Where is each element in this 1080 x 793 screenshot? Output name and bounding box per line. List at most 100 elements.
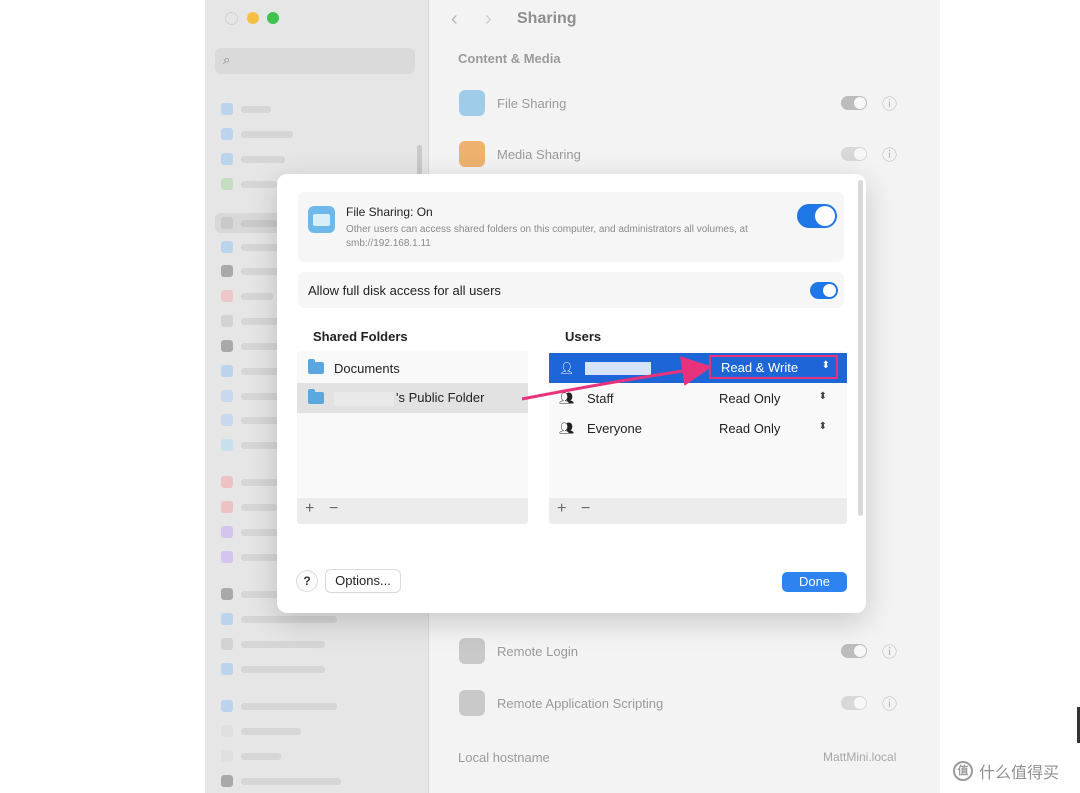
- add-folder-button[interactable]: +: [305, 500, 314, 518]
- remove-folder-button[interactable]: −: [329, 500, 338, 518]
- sidebar-item[interactable]: [221, 240, 285, 254]
- user-row-staff[interactable]: 👥︎ Staff Read Only ⬍: [549, 383, 847, 413]
- sidebar-item[interactable]: [221, 637, 325, 651]
- sidebar-item[interactable]: [221, 500, 277, 514]
- wifi-icon: [221, 103, 233, 115]
- spotlight-icon: [221, 414, 233, 426]
- file-sharing-toggle[interactable]: [797, 204, 837, 228]
- add-user-button[interactable]: +: [557, 500, 566, 518]
- done-button[interactable]: Done: [782, 572, 847, 592]
- permission-value: Read & Write: [721, 359, 799, 375]
- info-icon[interactable]: ⓘ: [882, 641, 897, 662]
- watermark-logo: 值: [953, 761, 973, 781]
- folders-add-remove-bar: + −: [297, 498, 528, 524]
- folder-row-public[interactable]: 's Public Folder: [297, 383, 528, 413]
- page-title: Sharing: [517, 10, 577, 27]
- remote-scripting-label: Remote Application Scripting: [497, 695, 664, 711]
- full-disk-access-card: Allow full disk access for all users: [298, 272, 844, 308]
- hostname-label: Local hostname: [458, 750, 550, 765]
- gear-icon: [221, 217, 233, 229]
- sidebar-item[interactable]: [221, 475, 285, 489]
- script-icon: [459, 690, 485, 716]
- sidebar-item[interactable]: [221, 774, 341, 788]
- zoom-window-button[interactable]: [267, 12, 279, 24]
- sidebar-item[interactable]: [221, 289, 273, 303]
- everyone-icon: 👥︎: [559, 421, 575, 435]
- dialog-description: Other users can access shared folders on…: [346, 224, 748, 249]
- media-sharing-toggle[interactable]: [841, 147, 867, 161]
- terminal-icon: [459, 638, 485, 664]
- lock-screen-icon: [221, 588, 233, 600]
- dialog-scrollbar[interactable]: [858, 180, 863, 516]
- sidebar-search-input[interactable]: ⌕: [215, 48, 415, 74]
- sidebar-item[interactable]: [221, 525, 279, 539]
- sidebar-item[interactable]: [221, 127, 293, 141]
- permission-select[interactable]: Read Only ⬍: [717, 388, 837, 408]
- remote-login-label: Remote Login: [497, 643, 578, 659]
- media-sharing-icon: [459, 141, 485, 167]
- file-sharing-toggle[interactable]: [841, 96, 867, 110]
- full-disk-access-toggle[interactable]: [810, 282, 838, 299]
- sidebar-item[interactable]: [221, 699, 337, 713]
- user-row-everyone[interactable]: 👥︎ Everyone Read Only ⬍: [549, 413, 847, 443]
- sidebar-item[interactable]: [221, 749, 281, 763]
- folder-name: Documents: [334, 360, 400, 376]
- info-icon[interactable]: ⓘ: [882, 93, 897, 114]
- screen-saver-icon: [221, 390, 233, 402]
- remote-login-toggle[interactable]: [841, 644, 867, 658]
- up-down-arrows-icon: ⬍: [818, 421, 827, 432]
- wallpaper-icon: [221, 439, 233, 451]
- close-window-button[interactable]: [225, 12, 238, 25]
- remove-user-button[interactable]: −: [581, 500, 590, 518]
- users-groups-icon: [221, 663, 233, 675]
- sidebar-item[interactable]: [221, 438, 285, 452]
- permission-select[interactable]: Read & Write ⬍: [709, 355, 838, 379]
- folder-row-documents[interactable]: Documents: [297, 353, 528, 383]
- file-sharing-status-card: File Sharing: On Other users can access …: [298, 192, 844, 262]
- info-icon[interactable]: ⓘ: [882, 144, 897, 165]
- file-sharing-row[interactable]: File Sharing ⓘ: [449, 81, 919, 125]
- privacy-icon: [221, 613, 233, 625]
- sidebar-item[interactable]: [221, 724, 301, 738]
- permission-select[interactable]: Read Only ⬍: [717, 418, 837, 438]
- folder-name: 's Public Folder: [396, 390, 485, 406]
- permission-value: Read Only: [719, 420, 781, 436]
- users-header: Users: [565, 329, 602, 344]
- media-sharing-label: Media Sharing: [497, 146, 581, 162]
- wallet-icon: [221, 775, 233, 787]
- minimize-window-button[interactable]: [247, 12, 259, 24]
- back-chevron-icon[interactable]: ‹: [451, 8, 458, 31]
- remote-scripting-toggle[interactable]: [841, 696, 867, 710]
- user-row-owner[interactable]: 👤︎ Read & Write ⬍: [549, 353, 847, 383]
- login-password-icon: [221, 638, 233, 650]
- media-sharing-row[interactable]: Media Sharing ⓘ: [449, 132, 919, 176]
- sidebar-item[interactable]: [221, 102, 271, 116]
- users-list: 👤︎ Read & Write ⬍ 👥︎ Staff Read Only ⬍ 👥…: [549, 351, 847, 524]
- apple-intelligence-icon: [221, 290, 233, 302]
- file-sharing-icon: [459, 90, 485, 116]
- game-center-icon: [221, 725, 233, 737]
- shared-folders-list: Documents 's Public Folder + −: [297, 351, 528, 524]
- sidebar-item[interactable]: [221, 612, 337, 626]
- forward-chevron-icon[interactable]: ›: [485, 8, 492, 31]
- file-sharing-icon: [308, 206, 335, 233]
- up-down-arrows-icon: ⬍: [821, 360, 830, 371]
- users-add-remove-bar: + −: [549, 498, 847, 524]
- user-name: Staff: [587, 390, 614, 406]
- bluetooth-icon: [221, 128, 233, 140]
- help-button[interactable]: ?: [297, 571, 317, 591]
- screen-time-icon: [221, 551, 233, 563]
- network-icon: [221, 153, 233, 165]
- remote-scripting-row[interactable]: Remote Application Scripting ⓘ: [449, 681, 919, 725]
- info-icon[interactable]: ⓘ: [882, 693, 897, 714]
- sidebar-item[interactable]: [221, 152, 285, 166]
- internet-accounts-icon: [221, 700, 233, 712]
- displays-icon: [221, 365, 233, 377]
- options-button[interactable]: Options...: [326, 570, 400, 592]
- sidebar-item[interactable]: [221, 177, 277, 191]
- sidebar-item[interactable]: [221, 364, 281, 378]
- section-title: Content & Media: [458, 51, 561, 66]
- folder-icon: [308, 389, 324, 404]
- remote-login-row[interactable]: Remote Login ⓘ: [449, 629, 919, 673]
- sidebar-item[interactable]: [221, 662, 325, 676]
